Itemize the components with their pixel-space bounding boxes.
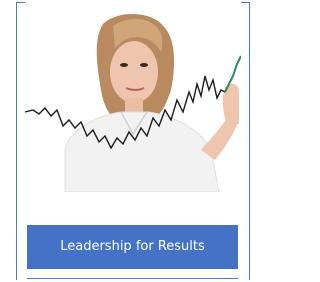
right-eye [140,63,148,67]
hero-photo [25,0,241,192]
left-eye [120,63,128,67]
face [110,41,158,103]
leadership-for-results-button[interactable]: Leadership for Results [27,225,238,269]
card-bottom-border [27,278,238,279]
